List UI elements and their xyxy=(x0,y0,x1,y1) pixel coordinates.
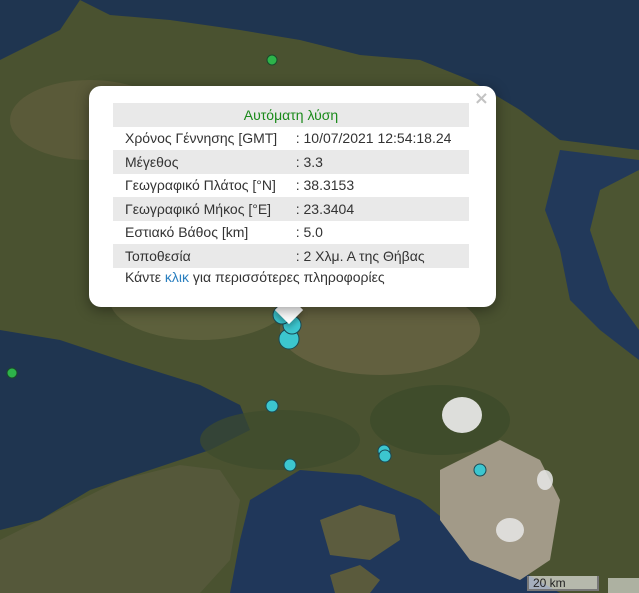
info-title-row: Αυτόματη λύση xyxy=(113,103,469,127)
row-value: : 23.3404 xyxy=(295,197,469,221)
row-label: Τοποθεσία xyxy=(113,244,296,268)
table-row: Μέγεθος : 3.3 xyxy=(113,150,469,174)
row-label: Μέγεθος xyxy=(113,150,296,174)
row-value: : 2 Χλμ. Α της Θήβας xyxy=(295,244,469,268)
row-label: Γεωγραφικό Πλάτος [°N] xyxy=(125,177,276,194)
row-label: Εστιακό Βάθος [km] xyxy=(125,224,249,241)
table-row: Εστιακό Βάθος [km] : 5.0 xyxy=(113,221,469,245)
row-value: : 38.3153 xyxy=(295,177,355,194)
info-table: Αυτόματη λύση Χρόνος Γέννησης [GMT] : 10… xyxy=(113,103,469,268)
table-row: Γεωγραφικό Μήκος [°E] : 23.3404 xyxy=(113,197,469,221)
row-value: : 5.0 xyxy=(295,224,323,241)
forest-patch xyxy=(200,410,360,470)
scale-bar: 20 km xyxy=(527,576,599,591)
row-value: : 10/07/2021 12:54:18.24 xyxy=(295,130,452,147)
quake-marker[interactable] xyxy=(378,449,392,463)
quake-marker[interactable] xyxy=(473,463,487,477)
map-attribution xyxy=(608,578,639,593)
more-info-link[interactable]: κλικ xyxy=(165,269,189,285)
row-label: Χρόνος Γέννησης [GMT] xyxy=(125,130,278,147)
earthquake-info-popup: × Αυτόματη λύση Χρόνος Γέννησης [GMT] : … xyxy=(89,86,496,307)
close-icon[interactable]: × xyxy=(474,90,489,108)
forest-patch xyxy=(370,385,510,455)
more-suffix: για περισσότερες πληροφορίες xyxy=(189,269,385,285)
more-info-text: Κάντε κλικ για περισσότερες πληροφορίες xyxy=(125,269,385,285)
quake-marker-green[interactable] xyxy=(6,367,18,379)
quake-marker[interactable] xyxy=(265,399,279,413)
table-row: Τοποθεσία : 2 Χλμ. Α της Θήβας xyxy=(113,244,469,268)
cloud xyxy=(496,518,524,542)
row-label: Γεωγραφικό Μήκος [°E] xyxy=(113,197,296,221)
cloud xyxy=(442,397,482,433)
more-prefix: Κάντε xyxy=(125,269,165,285)
cloud xyxy=(537,470,553,490)
quake-marker-green[interactable] xyxy=(266,54,278,66)
popup-title: Αυτόματη λύση xyxy=(113,103,469,127)
row-value: : 3.3 xyxy=(295,150,469,174)
table-row: Γεωγραφικό Πλάτος [°N] : 38.3153 xyxy=(113,174,469,198)
quake-marker[interactable] xyxy=(283,458,297,472)
table-row: Χρόνος Γέννησης [GMT] : 10/07/2021 12:54… xyxy=(113,127,469,151)
